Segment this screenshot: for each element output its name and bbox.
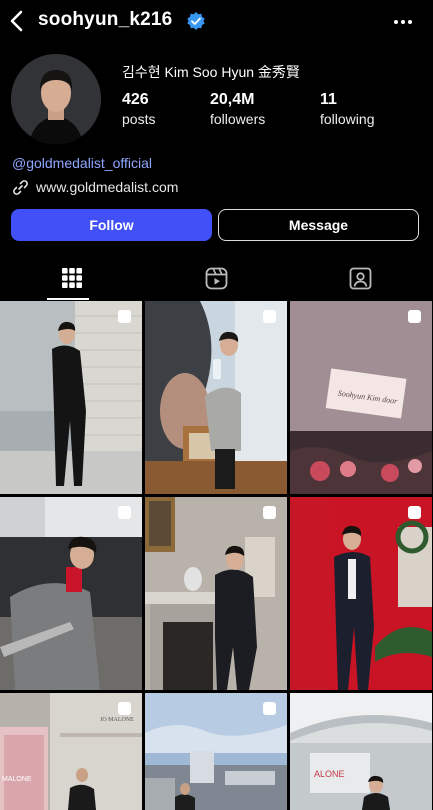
post-thumbnail[interactable] [0,497,142,690]
more-options-icon[interactable] [393,12,413,32]
post-photo [145,497,287,690]
post-thumbnail[interactable]: MALONE JO MALONE [0,693,142,810]
post-photo [145,301,287,494]
multiple-images-icon [118,702,131,715]
post-photo: Soohyun Kim door [290,301,432,494]
link-icon [13,180,28,195]
following-count-value: 11 [320,91,337,108]
followers-count[interactable]: 20,4M followers [210,91,265,127]
bio-mention-link[interactable]: @goldmedalist_official [12,155,152,171]
chevron-left-icon[interactable] [6,8,28,34]
followers-count-label: followers [210,111,266,127]
avatar-photo [11,54,101,144]
profile-avatar[interactable] [11,54,101,144]
multiple-images-icon [263,310,276,323]
store-sign-text: JO MALONE [100,717,134,723]
tagged-icon [349,267,371,289]
reels-icon [205,267,227,289]
active-tab-indicator [47,298,89,300]
post-photo [0,497,142,690]
profile-full-name: 김수현 Kim Soo Hyun 金秀賢 [122,64,300,80]
post-thumbnail[interactable]: Soohyun Kim door [290,301,432,494]
following-count-label: following [320,111,375,127]
multiple-images-icon [408,506,421,519]
store-sign-text: MALONE [2,776,32,783]
profile-username: soohyun_k216 [38,9,173,30]
post-thumbnail[interactable] [145,497,287,690]
follow-button[interactable]: Follow [11,209,212,241]
multiple-images-icon [408,310,421,323]
message-button[interactable]: Message [218,209,419,241]
multiple-images-icon [263,506,276,519]
post-photo [0,301,142,494]
post-thumbnail[interactable] [145,693,287,810]
multiple-images-icon [118,506,131,519]
posts-count-label: posts [122,111,156,127]
store-sign-text: ALONE [314,769,345,779]
profile-header: soohyun_k216 [0,0,433,44]
tab-reels[interactable] [144,255,288,301]
profile-tabs [0,255,433,301]
post-photo: ALONE [290,693,432,810]
post-thumbnail[interactable]: ALONE [290,693,432,810]
website-link-text: www.goldmedalist.com [36,179,179,195]
verified-badge-icon [187,12,205,30]
tab-tagged[interactable] [288,255,432,301]
followers-count-value: 20,4M [210,91,255,108]
post-thumbnail[interactable] [145,301,287,494]
post-thumbnail[interactable] [0,301,142,494]
posts-count-value: 426 [122,91,149,108]
posts-grid: Soohyun Kim door MALONE JO MALONE ALONE [0,301,433,810]
grid-icon [62,268,82,288]
post-photo [290,497,432,690]
post-thumbnail[interactable] [290,497,432,690]
posts-count[interactable]: 426 posts [122,91,155,127]
multiple-images-icon [118,310,131,323]
following-count[interactable]: 11 following [320,91,374,127]
multiple-images-icon [263,702,276,715]
tab-posts-grid[interactable] [0,255,144,301]
